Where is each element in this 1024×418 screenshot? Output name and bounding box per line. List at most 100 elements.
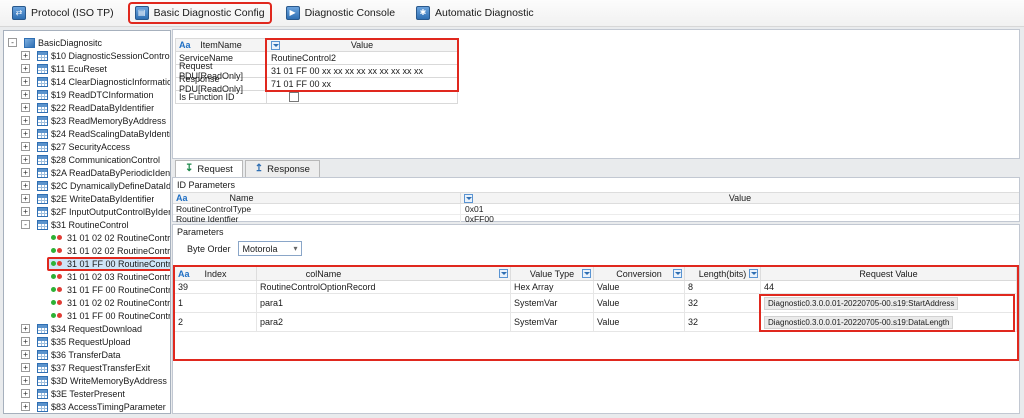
filter-icon[interactable] [271, 41, 280, 50]
byte-order-select[interactable]: Motorola ▾ [238, 241, 302, 256]
tree-item[interactable]: +$36 TransferData [4, 348, 170, 361]
request-pdu-value-cell[interactable]: 31 01 FF 00 xx xx xx xx xx xx xx xx xx [266, 65, 457, 77]
expand-icon[interactable]: + [21, 155, 30, 164]
id-param-value-cell[interactable]: 0xFF00 [460, 215, 1019, 225]
tree-item[interactable]: +$11 EcuReset [4, 62, 170, 75]
red-dot-icon [57, 261, 62, 266]
tree-item[interactable]: +$3D WriteMemoryByAddress [4, 374, 170, 387]
id-name-column-header[interactable]: Aa Name [173, 193, 460, 203]
param-request-value-cell[interactable]: Diagnostic0.3.0.0.01-20220705-00.s19:Dat… [761, 313, 1017, 331]
tree-item[interactable]: +$83 AccessTimingParameter [4, 400, 170, 413]
expand-icon[interactable]: + [21, 194, 30, 203]
collapse-icon[interactable]: - [21, 220, 30, 229]
tree-item[interactable]: +$2F InputOutputControlByIdenti [4, 205, 170, 218]
expand-icon[interactable]: + [21, 90, 30, 99]
response-pdu-value-cell[interactable]: 71 01 FF 00 xx [266, 78, 457, 90]
is-function-id-checkbox[interactable] [289, 92, 299, 102]
item-row-response-pdu[interactable]: Response PDU[ReadOnly] 71 01 FF 00 xx [175, 78, 458, 91]
item-row-is-function-id[interactable]: Is Function ID [175, 91, 458, 104]
expand-icon[interactable]: + [21, 103, 30, 112]
tree-item[interactable]: +$2A ReadDataByPeriodicIdentifie [4, 166, 170, 179]
filter-icon[interactable] [582, 269, 591, 278]
expand-icon[interactable]: + [21, 181, 30, 190]
expand-icon[interactable]: + [21, 51, 30, 60]
expand-icon[interactable]: + [21, 77, 30, 86]
tree-item[interactable]: 31 01 FF 00 RoutineControl4 [4, 283, 170, 296]
expand-icon[interactable]: + [21, 389, 30, 398]
tree-item[interactable]: + $14 ClearDiagnosticInformation [4, 75, 170, 88]
tree-item[interactable]: +$34 RequestDownload [4, 322, 170, 335]
id-parameters-header: Aa Name Value [173, 192, 1019, 204]
tree-item[interactable]: +$23 ReadMemoryByAddress [4, 114, 170, 127]
tree-item[interactable]: -BasicDiagnositc [4, 36, 170, 49]
expand-icon[interactable]: + [21, 324, 30, 333]
tree-item[interactable]: +$24 ReadScalingDataByIdentifier [4, 127, 170, 140]
tree-item-label: 31 01 FF 00 RoutineControl2 [67, 259, 171, 269]
expand-icon[interactable]: + [21, 207, 30, 216]
tree-item[interactable]: +$37 RequestTransferExit [4, 361, 170, 374]
tab-response[interactable]: ↥ Response [245, 160, 320, 177]
sysvar-start-address-value[interactable]: Diagnostic0.3.0.0.01-20220705-00.s19:Sta… [764, 297, 958, 310]
servicename-value-cell[interactable]: RoutineControl2 [266, 52, 457, 64]
expand-icon[interactable]: + [21, 116, 30, 125]
tree-item[interactable]: +$19 ReadDTCInformation [4, 88, 170, 101]
tree-item[interactable]: +$2C DynamicallyDefineDataIdent [4, 179, 170, 192]
column-header-index[interactable]: Aa Index [175, 267, 257, 280]
tab-request[interactable]: ↧ Request [175, 160, 243, 177]
service-tree[interactable]: -BasicDiagnositc+$10 DiagnosticSessionCo… [3, 30, 171, 414]
tree-item[interactable]: +$2E WriteDataByIdentifier [4, 192, 170, 205]
param-request-value-cell[interactable]: 44 [761, 281, 1017, 293]
expand-icon[interactable]: + [21, 142, 30, 151]
param-row-routinecontroloptionrecord[interactable]: 39 RoutineControlOptionRecord Hex Array … [175, 281, 1017, 294]
tree-item[interactable]: +$27 SecurityAccess [4, 140, 170, 153]
conversion-header-label: Conversion [616, 269, 662, 279]
tree-item[interactable]: 31 01 FF 00 RoutineControl2 [4, 257, 170, 270]
tree-item[interactable]: 31 01 02 02 RoutineControl5 [4, 296, 170, 309]
id-value-column-header[interactable]: Value [460, 193, 1019, 203]
collapse-icon[interactable]: - [8, 38, 17, 47]
filter-icon[interactable] [749, 269, 758, 278]
expand-icon[interactable]: + [21, 337, 30, 346]
expand-icon[interactable]: + [21, 350, 30, 359]
toolbar-item-protocol[interactable]: ⇄ Protocol (ISO TP) [7, 4, 119, 22]
expand-icon[interactable]: + [21, 363, 30, 372]
tree-item[interactable]: +$84 SecuredDataTransmission [4, 413, 170, 414]
toolbar-item-basic-diagnostic-config[interactable]: ▤ Basic Diagnostic Config [130, 4, 270, 22]
param-row-para1[interactable]: 1 para1 SystemVar Value 32 Diagnostic0.3… [175, 294, 1017, 313]
tree-item[interactable]: 31 01 02 02 RoutineControl [4, 231, 170, 244]
expand-icon[interactable]: + [21, 129, 30, 138]
column-header-value-type[interactable]: Value Type [511, 267, 594, 280]
toolbar-item-diagnostic-console[interactable]: ▶ Diagnostic Console [281, 4, 400, 22]
param-request-value-cell[interactable]: Diagnostic0.3.0.0.01-20220705-00.s19:Sta… [761, 294, 1017, 312]
tree-item[interactable]: 31 01 FF 00 RoutineControl6 [4, 309, 170, 322]
tree-item[interactable]: +$35 RequestUpload [4, 335, 170, 348]
tree-item[interactable]: +$3E TesterPresent [4, 387, 170, 400]
tree-item-label: $14 ClearDiagnosticInformation [51, 77, 171, 87]
tree-item[interactable]: 31 01 02 03 RoutineControl3 [4, 270, 170, 283]
item-name-column-header[interactable]: Aa ItemName [176, 39, 266, 51]
tree-item[interactable]: +$10 DiagnosticSessionControl [4, 49, 170, 62]
tree-item[interactable]: -$31 RoutineControl [4, 218, 170, 231]
param-length-bits: 8 [685, 281, 761, 293]
expand-icon[interactable]: + [21, 64, 30, 73]
filter-icon[interactable] [673, 269, 682, 278]
filter-icon[interactable] [464, 194, 473, 203]
tree-item-content: $19 ReadDTCInformation [33, 88, 158, 102]
tree-item[interactable]: 31 01 02 02 RoutineControl1 [4, 244, 170, 257]
column-header-length-bits[interactable]: Length(bits) [685, 267, 761, 280]
toolbar-item-automatic-diagnostic[interactable]: ✱ Automatic Diagnostic [411, 4, 539, 22]
expand-icon[interactable]: + [21, 376, 30, 385]
id-param-row-routinecontroltype[interactable]: RoutineControlType 0x01 [173, 204, 1019, 215]
id-param-value-cell[interactable]: 0x01 [460, 204, 1019, 214]
column-header-request-value[interactable]: Request Value [761, 267, 1017, 280]
tree-item[interactable]: +$28 CommunicationControl [4, 153, 170, 166]
filter-icon[interactable] [499, 269, 508, 278]
expand-icon[interactable]: + [21, 168, 30, 177]
column-header-conversion[interactable]: Conversion [594, 267, 685, 280]
tree-item[interactable]: +$22 ReadDataByIdentifier [4, 101, 170, 114]
column-header-colname[interactable]: colName [257, 267, 511, 280]
item-value-column-header[interactable]: Value [266, 39, 457, 51]
sysvar-data-length-value[interactable]: Diagnostic0.3.0.0.01-20220705-00.s19:Dat… [764, 316, 953, 329]
expand-icon[interactable]: + [21, 402, 30, 411]
param-row-para2[interactable]: 2 para2 SystemVar Value 32 Diagnostic0.3… [175, 313, 1017, 332]
